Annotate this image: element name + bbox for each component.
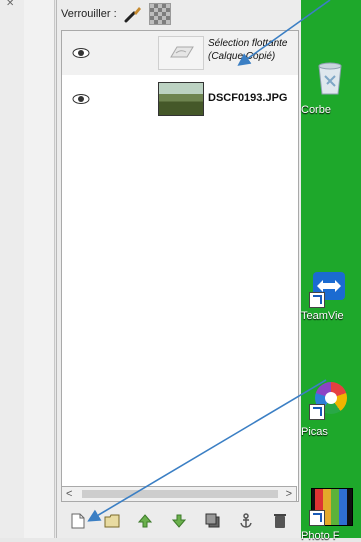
recycle-bin-icon[interactable] (307, 56, 355, 96)
photo-filtre-icon[interactable] (307, 486, 355, 526)
photo-filtre-label: Photo F (301, 530, 340, 542)
lock-pixels-icon[interactable] (123, 4, 143, 24)
layer-actions (61, 508, 297, 534)
dock-gutter: ✕ (0, 0, 25, 538)
floating-selection-icon (170, 46, 194, 58)
raise-layer-icon[interactable] (135, 511, 155, 531)
lock-label: Verrouiller : (61, 8, 117, 20)
anchor-icon[interactable] (236, 511, 256, 531)
close-dock-icon[interactable]: ✕ (6, 0, 14, 9)
shortcut-arrow-icon (309, 292, 325, 308)
eye-icon[interactable] (72, 44, 90, 62)
lock-alpha-icon[interactable] (148, 3, 171, 25)
duplicate-layer-icon[interactable] (203, 511, 223, 531)
layer-name-line1: Sélection flottante (208, 38, 288, 49)
scroll-thumb[interactable] (82, 490, 278, 498)
eye-icon[interactable] (72, 90, 90, 108)
layers-panel: Verrouiller : Sélection flottante (Calqu… (56, 0, 302, 538)
picasa-icon[interactable] (307, 380, 355, 420)
recycle-bin-label: Corbe (301, 104, 331, 116)
shortcut-arrow-icon (309, 404, 325, 420)
lock-bar: Verrouiller : (61, 2, 171, 26)
layer-row[interactable]: DSCF0193.JPG (62, 77, 298, 121)
shortcut-arrow-icon (309, 510, 325, 526)
scroll-right-icon[interactable]: > (286, 488, 292, 500)
layer-name-line2: (Calque Copié) (208, 51, 276, 62)
new-layer-icon[interactable] (68, 511, 88, 531)
teamviewer-icon[interactable] (307, 268, 355, 308)
layer-name: Sélection flottante (Calque Copié) (208, 37, 288, 63)
scroll-left-icon[interactable]: < (66, 488, 72, 500)
dock-strip (24, 0, 55, 538)
lower-layer-icon[interactable] (169, 511, 189, 531)
layers-list: Sélection flottante (Calque Copié) DSCF0… (61, 30, 299, 502)
teamviewer-label: TeamVie (301, 310, 344, 322)
windows-desktop: Corbe TeamVie Picas Photo F (301, 0, 361, 542)
photo-thumbnail (158, 82, 204, 116)
horizontal-scrollbar[interactable]: < > (61, 486, 297, 502)
layer-name: DSCF0193.JPG (208, 92, 288, 104)
layer-group-icon[interactable] (102, 511, 122, 531)
delete-layer-icon[interactable] (270, 511, 290, 531)
layer-row[interactable]: Sélection flottante (Calque Copié) (62, 31, 298, 75)
picasa-label: Picas (301, 426, 328, 438)
floating-selection-thumbnail (158, 36, 204, 70)
